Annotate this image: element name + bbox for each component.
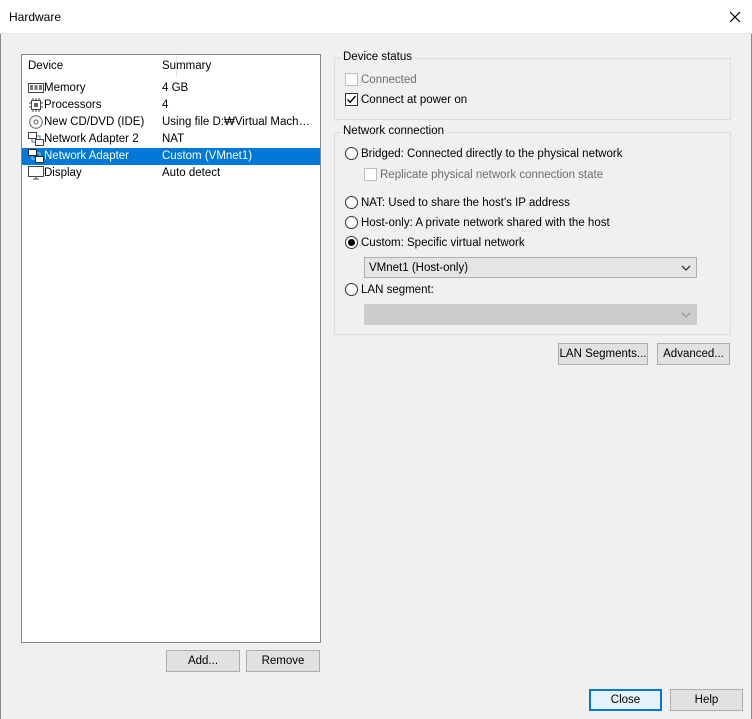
device-name: New CD/DVD (IDE) [44, 116, 145, 128]
connected-check-box[interactable] [345, 73, 358, 86]
device-name: Display [44, 167, 82, 179]
connect-at-power-on-checkbox[interactable]: Connect at power on [345, 93, 467, 106]
device-summary: NAT [162, 133, 185, 145]
network-connection-title: Network connection [341, 125, 446, 137]
lan-segment-radio-button[interactable] [345, 283, 358, 296]
replicate-label: Replicate physical network connection st… [380, 168, 604, 181]
window-title: Hardware [9, 10, 62, 24]
memory-icon [28, 83, 44, 93]
close-button[interactable]: Close [589, 689, 662, 711]
host-only-label: Host-only: A private network shared with… [361, 216, 610, 229]
device-name: Network Adapter 2 [44, 133, 139, 145]
column-summary[interactable]: Summary [162, 60, 211, 72]
display-icon [28, 166, 44, 180]
device-list[interactable]: Device Summary Memory 4 GB Processors 4 [21, 54, 321, 643]
host-only-radio[interactable]: Host-only: A private network shared with… [345, 216, 610, 229]
lan-segment-radio[interactable]: LAN segment: [345, 283, 434, 296]
custom-label: Custom: Specific virtual network [361, 236, 525, 249]
cd-dvd-icon [29, 115, 43, 129]
device-summary: Auto detect [162, 167, 221, 179]
remove-button[interactable]: Remove [246, 650, 320, 672]
connected-label: Connected [361, 73, 417, 86]
checkmark-icon [347, 95, 357, 104]
bridged-radio[interactable]: Bridged: Connected directly to the physi… [345, 147, 622, 160]
nat-radio[interactable]: NAT: Used to share the host's IP address [345, 196, 570, 209]
add-button[interactable]: Add... [166, 650, 240, 672]
device-summary: Custom (VMnet1) [162, 150, 253, 162]
virtual-network-value: VMnet1 (Host-only) [369, 262, 469, 274]
advanced-button[interactable]: Advanced... [657, 343, 730, 365]
device-row-processors[interactable]: Processors 4 [22, 97, 320, 114]
close-icon [729, 11, 741, 23]
device-name: Network Adapter [44, 150, 130, 162]
network-adapter-icon [28, 149, 44, 163]
title-bar: Hardware [0, 0, 752, 34]
device-row-memory[interactable]: Memory 4 GB [22, 80, 320, 97]
nat-radio-button[interactable] [345, 196, 358, 209]
processor-icon [29, 98, 43, 112]
device-row-network-adapter[interactable]: Network Adapter Custom (VMnet1) [22, 148, 320, 165]
chevron-down-icon [681, 312, 691, 318]
network-adapter-icon [28, 132, 44, 146]
list-header: Device Summary [22, 55, 320, 77]
device-row-display[interactable]: Display Auto detect [22, 165, 320, 182]
help-button[interactable]: Help [670, 689, 743, 711]
network-connection-group: Network connection Bridged: Connected di… [334, 125, 731, 335]
device-name: Memory [44, 82, 86, 94]
window-close-button[interactable] [718, 0, 752, 34]
device-summary: 4 [162, 99, 169, 111]
device-summary: 4 GB [162, 82, 189, 94]
replicate-checkbox: Replicate physical network connection st… [364, 168, 603, 181]
bridged-radio-button[interactable] [345, 147, 358, 160]
device-row-cd-dvd[interactable]: New CD/DVD (IDE) Using file D:₩Virtual M… [22, 114, 320, 131]
replicate-check-box [364, 168, 377, 181]
connected-checkbox[interactable]: Connected [345, 73, 417, 86]
lan-segments-button[interactable]: LAN Segments... [558, 343, 648, 365]
connect-at-power-on-check-box[interactable] [345, 93, 358, 106]
device-name: Processors [44, 99, 102, 111]
device-row-network-adapter-2[interactable]: Network Adapter 2 NAT [22, 131, 320, 148]
device-status-group: Device status Connected Connect at power… [334, 51, 731, 120]
nat-label: NAT: Used to share the host's IP address [361, 196, 570, 209]
connect-at-power-on-label: Connect at power on [361, 93, 468, 106]
custom-radio[interactable]: Custom: Specific virtual network [345, 236, 525, 249]
lan-segment-dropdown [364, 304, 697, 325]
device-summary: Using file D:₩Virtual Machin... [162, 116, 312, 128]
column-device[interactable]: Device [28, 60, 63, 72]
lan-segment-label: LAN segment: [361, 283, 434, 296]
chevron-down-icon [681, 265, 691, 271]
bridged-label: Bridged: Connected directly to the physi… [361, 147, 623, 160]
host-only-radio-button[interactable] [345, 216, 358, 229]
device-status-title: Device status [341, 51, 415, 63]
custom-radio-button[interactable] [345, 236, 358, 249]
virtual-network-dropdown[interactable]: VMnet1 (Host-only) [364, 257, 697, 278]
dialog-body: Device Summary Memory 4 GB Processors 4 [0, 34, 752, 719]
